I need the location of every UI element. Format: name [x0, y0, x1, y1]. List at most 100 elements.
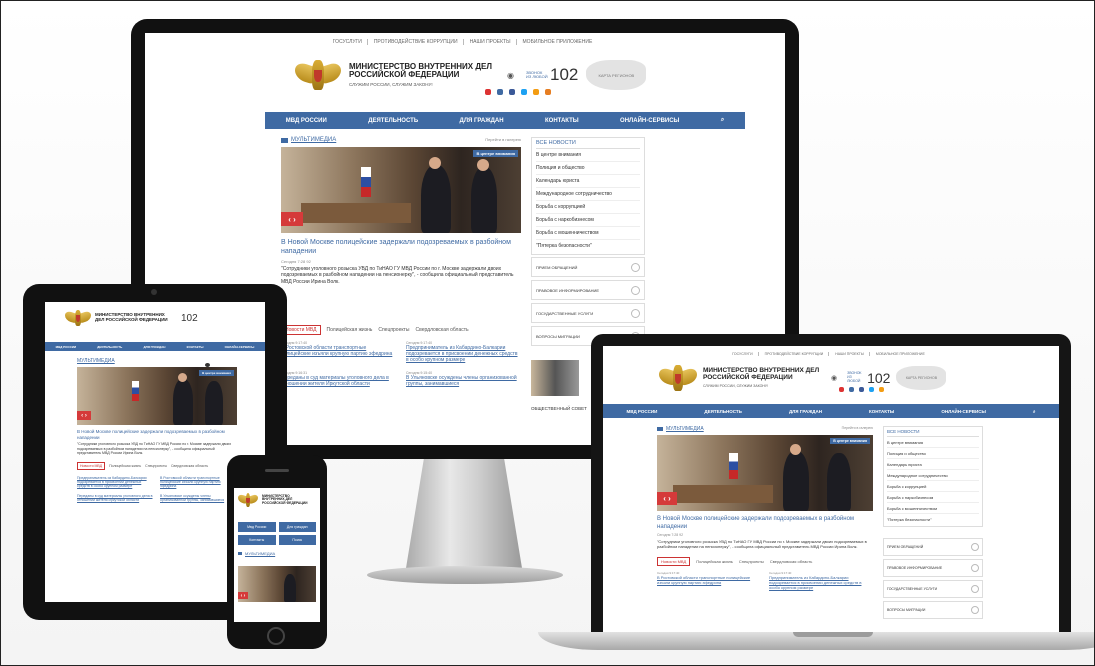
multimedia-slider[interactable]: В центре внимания ‹ ›	[657, 435, 873, 511]
news-category[interactable]: В центре внимания	[536, 149, 640, 162]
menu-button[interactable]: Контакты	[238, 535, 276, 545]
rss-icon[interactable]	[545, 89, 551, 95]
top-link[interactable]: МОБИЛЬНОЕ ПРИЛОЖЕНИЕ	[876, 352, 930, 356]
youtube-icon[interactable]	[839, 387, 844, 392]
news-title[interactable]: В Ростовской области транспортные полице…	[657, 575, 761, 585]
nav-item[interactable]: ОНЛАЙН-СЕРВИСЫ	[620, 118, 679, 124]
news-category[interactable]: Борьба с коррупцией	[536, 201, 640, 214]
slider-arrows[interactable]: ‹ ›	[238, 592, 248, 600]
gallery-link[interactable]: Перейти в галерею	[485, 137, 521, 143]
ok-icon[interactable]	[533, 89, 539, 95]
top-link[interactable]: МОБИЛЬНОЕ ПРИЛОЖЕНИЕ	[523, 39, 598, 45]
tab-special-projects[interactable]: Спецпроекты	[145, 464, 167, 468]
news-category[interactable]: Полиция и общество	[887, 448, 979, 459]
news-category[interactable]: Международное сотрудничество	[536, 188, 640, 201]
eye-icon[interactable]: ◉	[507, 71, 514, 80]
service-item[interactable]: ПРАВОВОЕ ИНФОРМИРОВАНИЕ	[883, 559, 983, 577]
slider-arrows[interactable]: ‹ ›	[281, 212, 303, 227]
tab-police-life[interactable]: Полицейская жизнь	[109, 464, 141, 468]
top-link[interactable]: ГОСУСЛУГИ	[732, 352, 759, 356]
multimedia-slider[interactable]: В центре внимания ‹ ›	[281, 147, 521, 233]
top-link[interactable]: ПРОТИВОДЕЙСТВИЕ КОРРУПЦИИ	[374, 39, 464, 45]
nav-item[interactable]: ДЕЯТЕЛЬНОСТЬ	[704, 409, 741, 414]
slider-arrows[interactable]: ‹ ›	[657, 491, 677, 505]
nav-item[interactable]: КОНТАКТЫ	[187, 345, 204, 349]
nav-item[interactable]: ДЕЯТЕЛЬНОСТЬ	[97, 345, 122, 349]
tab-mvd-news[interactable]: Новости МВД	[657, 557, 691, 567]
news-title[interactable]: В Ульяновске осуждены члены организованн…	[160, 494, 237, 502]
facebook-icon[interactable]	[859, 387, 864, 392]
regions-map-button[interactable]: КАРТА РЕГИОНОВ	[586, 60, 647, 90]
twitter-icon[interactable]	[869, 387, 874, 392]
top-link[interactable]: ПРОТИВОДЕЙСТВИЕ КОРРУПЦИИ	[765, 352, 830, 356]
vk-icon[interactable]	[497, 89, 503, 95]
news-title[interactable]: Предприниматель из Кабардино-Балкарии по…	[406, 345, 521, 363]
tab-special-projects[interactable]: Спецпроекты	[378, 327, 409, 333]
slider-arrows[interactable]: ‹ ›	[77, 411, 91, 421]
tab-region[interactable]: Свердловская область	[416, 327, 469, 333]
news-category[interactable]: "Пятерка безопасности"	[887, 514, 979, 524]
service-item[interactable]: ПРАВОВОЕ ИНФОРМИРОВАНИЕ	[531, 280, 645, 300]
top-link[interactable]: ГОСУСЛУГИ	[333, 39, 368, 45]
eye-icon[interactable]: ◉	[831, 374, 837, 382]
search-icon[interactable]: ⌕	[1033, 409, 1036, 414]
nav-item[interactable]: ДЛЯ ГРАЖДАН	[143, 345, 165, 349]
emblem-icon[interactable]	[238, 492, 258, 508]
multimedia-title[interactable]: МУЛЬТИМЕДИА	[657, 426, 704, 432]
news-category[interactable]: Борьба с наркобизнесом	[887, 492, 979, 503]
news-title[interactable]: Предприниматель из Кабардино-Балкарии по…	[769, 575, 873, 590]
headline[interactable]: В Новой Москве полицейские задержали под…	[657, 516, 873, 531]
service-item[interactable]: ГОСУДАРСТВЕННЫЕ УСЛУГИ	[531, 303, 645, 323]
search-icon[interactable]: ⌕	[721, 117, 724, 124]
nav-item[interactable]: МВД РОССИИ	[627, 409, 658, 414]
tab-region[interactable]: Свердловская область	[171, 464, 208, 468]
news-title[interactable]: Переданы в суд материалы уголовного дела…	[281, 375, 396, 387]
news-category[interactable]: Борьба с коррупцией	[887, 481, 979, 492]
news-title[interactable]: В Ростовской области транспортные полице…	[160, 476, 237, 488]
vk-icon[interactable]	[849, 387, 854, 392]
twitter-icon[interactable]	[521, 89, 527, 95]
news-category[interactable]: Борьба с мошенничеством	[887, 503, 979, 514]
nav-item[interactable]: МВД РОССИИ	[286, 118, 327, 124]
menu-button[interactable]: Для граждан	[278, 522, 316, 532]
service-item[interactable]: ВОПРОСЫ МИГРАЦИИ	[883, 601, 983, 619]
emblem-icon[interactable]	[65, 308, 91, 328]
tab-police-life[interactable]: Полицейская жизнь	[696, 559, 733, 564]
tab-special-projects[interactable]: Спецпроекты	[739, 559, 764, 564]
news-title[interactable]: Переданы в суд материалы уголовного дела…	[77, 494, 154, 502]
news-category[interactable]: В центре внимания	[887, 437, 979, 448]
all-news-title[interactable]: ВСЕ НОВОСТИ	[887, 429, 979, 437]
tab-mvd-news[interactable]: Новости МВД	[77, 461, 106, 470]
tab-region[interactable]: Свердловская область	[770, 559, 813, 564]
multimedia-slider[interactable]: ‹ ›	[238, 566, 316, 602]
service-item[interactable]: ГОСУДАРСТВЕННЫЕ УСЛУГИ	[883, 580, 983, 598]
nav-item[interactable]: ДЛЯ ГРАЖДАН	[460, 118, 504, 124]
top-link[interactable]: НАШИ ПРОЕКТЫ	[835, 352, 870, 356]
headline[interactable]: В Новой Москве полицейские задержали под…	[77, 429, 237, 440]
news-title[interactable]: В Ульяновске осуждены члены организованн…	[406, 375, 521, 387]
service-item[interactable]: ПРИЕМ ОБРАЩЕНИЙ	[531, 257, 645, 277]
menu-button[interactable]: Мвд России	[238, 522, 276, 532]
ok-icon[interactable]	[879, 387, 884, 392]
news-category[interactable]: Борьба с мошенничеством	[536, 227, 640, 240]
gallery-link[interactable]: Перейти в галерею	[842, 426, 873, 432]
service-item[interactable]: ПРИЕМ ОБРАЩЕНИЙ	[883, 538, 983, 556]
facebook-icon[interactable]	[509, 89, 515, 95]
tab-police-life[interactable]: Полицейская жизнь	[327, 327, 373, 333]
menu-button[interactable]: Поиск	[278, 535, 316, 545]
nav-item[interactable]: КОНТАКТЫ	[869, 409, 894, 414]
news-category[interactable]: Международное сотрудничество	[887, 470, 979, 481]
nav-item[interactable]: ДЛЯ ГРАЖДАН	[789, 409, 822, 414]
regions-map-button[interactable]: КАРТА РЕГИОНОВ	[896, 366, 947, 390]
nav-item[interactable]: ОНЛАЙН-СЕРВИСЫ	[941, 409, 986, 414]
nav-item[interactable]: МВД РОССИИ	[56, 345, 77, 349]
multimedia-title[interactable]: МУЛЬТИМЕДИА	[77, 358, 237, 367]
news-title[interactable]: Предприниматель из Кабардино-Балкарии по…	[77, 476, 154, 488]
nav-item[interactable]: ДЕЯТЕЛЬНОСТЬ	[368, 118, 418, 124]
news-category[interactable]: Календарь юриста	[536, 175, 640, 188]
all-news-title[interactable]: ВСЕ НОВОСТИ	[536, 140, 640, 149]
home-button[interactable]	[267, 627, 285, 645]
multimedia-slider[interactable]: В центре внимания ‹ ›	[77, 367, 237, 425]
news-title[interactable]: В Ростовской области транспортные полице…	[281, 345, 396, 357]
youtube-icon[interactable]	[485, 89, 491, 95]
